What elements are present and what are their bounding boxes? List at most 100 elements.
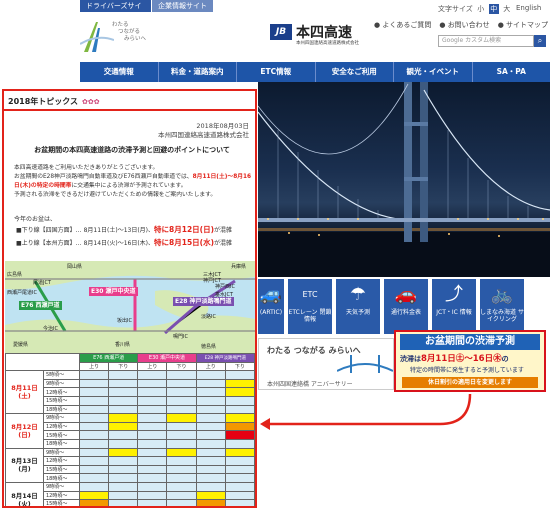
table-corner (5, 352, 80, 372)
table-row: 15時頃～ (6, 499, 255, 506)
up-line-tail: が混雑 (214, 240, 233, 247)
table-row: 15時頃～ (6, 430, 255, 440)
faq-link[interactable]: ● よくあるご質問 (374, 20, 431, 30)
topics-heading-text: 2018年トピックス (8, 97, 79, 106)
nav-sa-pa[interactable]: SA・PA (473, 62, 550, 82)
day-weekday: (火) (18, 499, 31, 508)
quick-link-toll-table[interactable]: 🚗 通行料金表 (384, 279, 428, 334)
jam-banner-prefix: 渋滞は (400, 355, 421, 363)
table-row: 8月13日 (月) 9時頃～ (5, 447, 255, 483)
anniversary-banner-subtitle: 本州四国連絡橋 アニバーサリー (267, 381, 353, 388)
quick-link-label: ETCレーン 閉鎖情報 (288, 309, 332, 323)
brand-logo[interactable]: JB 本四高速 (270, 22, 352, 42)
quick-link-label: しまなみ海道 サイクリング (480, 309, 524, 323)
contact-link[interactable]: ● お問い合わせ (439, 20, 489, 30)
route-header-e30: E30 瀬戸中央道 (137, 353, 197, 363)
day-label: 8月14日 (11, 491, 38, 500)
time-cell: 5時頃～ (43, 370, 80, 380)
text-size-large[interactable]: 大 (502, 4, 512, 14)
direction-header: 上り (195, 361, 226, 372)
table-row: 9時頃～ (6, 378, 255, 389)
time-cell: 15時頃～ (43, 430, 80, 440)
map-label: 坂出IC (117, 318, 132, 324)
table-row: 15時頃～ (6, 464, 255, 475)
traffic-jam-banner[interactable]: お盆期間の渋滞予測 渋滞は8月11日㊏～16日㊍の 特定の時間帯に発生すると予測… (394, 330, 546, 392)
main-nav: 交通情報 料金・道路案内 ETC情報 安全なご利用 観光・イベント SA・PA (80, 62, 550, 82)
car-icon: 🚙 (259, 284, 283, 305)
direction-header: 下り (108, 361, 139, 372)
day-weekday: (日) (18, 430, 31, 439)
table-row: 12時頃～ (6, 387, 255, 397)
table-row: 15時頃～ (6, 395, 255, 406)
faq-link-label: よくあるご質問 (382, 21, 432, 29)
article-body-text-tail: に交通集中による渋滞が予測されています。 (71, 183, 187, 189)
route-header-e76: E76 西瀬戸道 (78, 353, 139, 363)
header-links: ● よくあるご質問 ● お問い合わせ ● サイトマップ (374, 20, 548, 30)
time-cell: 9時頃～ (43, 378, 80, 389)
day-cell: 8月11日 (土) (5, 370, 44, 415)
road-tag-e30: E30 瀬戸中央道 (89, 287, 138, 296)
english-link[interactable]: English (516, 4, 541, 12)
text-size-medium[interactable]: 中 (488, 4, 499, 14)
nav-tourism[interactable]: 観光・イベント (394, 62, 473, 82)
quick-link-artic[interactable]: 🚙 (ARTIC) (258, 279, 284, 334)
topics-heading: 2018年トピックス ✿✿✿ (4, 91, 255, 111)
tab-corporate-site[interactable]: 企業情報サイト (152, 0, 214, 12)
quick-link-cycling[interactable]: 🚲 しまなみ海道 サイクリング (480, 279, 524, 334)
nav-traffic[interactable]: 交通情報 (80, 62, 159, 82)
map-label: 香川県 (115, 342, 131, 348)
map-label: 鳴門IC (173, 334, 188, 340)
jam-forecast-table: E76 西瀬戸道 E30 瀬戸中央道 E28 神戸淡路鳴門道 上り 下り 上り … (5, 352, 255, 508)
brand-name: 本四高速 (296, 25, 352, 41)
article-body-line2: お盆期間のE28神戸淡路鳴門自動車道及びE76西瀬戸自動車道では、8月11日(土… (14, 173, 254, 191)
quick-link-weather[interactable]: ☂ 天気予測 (336, 279, 380, 334)
bridge-illustration (258, 82, 550, 277)
jb-logo-icon: JB (270, 24, 292, 40)
table-row: 12時頃～ (6, 490, 255, 501)
page-root: { "top_tabs": ["ドライバーズサイト", "企業情報サイト"], … (0, 0, 550, 511)
logo-text-3: みらいへ (124, 36, 147, 42)
table-row: 18時頃～ (6, 438, 255, 449)
article-body-text: お盆期間のE28神戸淡路鳴門自動車道及びE76西瀬戸自動車道では、 (14, 174, 193, 180)
nav-etc[interactable]: ETC情報 (237, 62, 316, 82)
table-row: 12時頃～ (6, 456, 255, 466)
map-label: 神戸JCT (203, 278, 222, 284)
contact-link-label: お問い合わせ (447, 21, 490, 29)
nav-toll-road[interactable]: 料金・道路案内 (159, 62, 237, 82)
time-cell: 12時頃～ (43, 387, 80, 397)
direction-header: 上り (78, 361, 110, 372)
tab-drivers-site[interactable]: ドライバーズサイト (80, 0, 152, 22)
anniversary-mark-icon (79, 22, 115, 52)
search-icon[interactable]: ⌕ (534, 35, 546, 47)
bicycle-icon: 🚲 (490, 284, 514, 305)
table-row: 12時頃～ (6, 421, 255, 432)
nav-safety[interactable]: 安全なご利用 (316, 62, 394, 82)
umbrella-icon: ☂ (349, 284, 367, 305)
search-input[interactable]: Google カスタム検索 (438, 35, 534, 47)
map-label: 岡山県 (67, 264, 83, 270)
day-label: 8月12日 (11, 422, 38, 431)
day-cell: 8月14日 (火) (5, 481, 44, 508)
text-size-control: 文字サイズ 小 中 大 (438, 4, 512, 14)
day-cell: 8月13日 (月) (5, 447, 44, 483)
car-front-icon: 🚗 (394, 284, 418, 305)
quick-links: 🚙 (ARTIC) ETC ETCレーン 閉鎖情報 ☂ 天気予測 🚗 通行料金表… (258, 279, 550, 334)
quick-link-label: 天気予測 (345, 309, 370, 316)
anniversary-logo[interactable]: わたる つながる みらいへ (79, 18, 180, 58)
jam-banner-line2: 特定の時間帯に発生すると予測しています (410, 367, 524, 374)
text-size-small[interactable]: 小 (476, 4, 486, 14)
jam-banner-dates: 8月11日㊏～16日㊍ (421, 354, 502, 364)
anniversary-banner[interactable]: わたる つながる みらいへ 本州四国連絡橋 アニバーサリー (258, 338, 394, 390)
table-row: 18時頃～ (6, 404, 255, 415)
sitemap-link[interactable]: ● サイトマップ (498, 20, 548, 30)
junction-icon: ⤴ (445, 284, 463, 305)
map-label: 広島県 (7, 272, 23, 278)
map-label: 愛媛県 (13, 342, 29, 348)
quick-link-label: (ARTIC) (259, 309, 283, 316)
hero-bridge-image (258, 82, 550, 277)
article-title: お盆期間の本四高速道路の渋滞予測と回避のポイントについて (34, 146, 230, 154)
quick-link-jct-ic[interactable]: ⤴ JCT・IC 情報 (432, 279, 476, 334)
up-line-text: ■上り線【本州方面】… 8月14日(火)～16日(木)、 (16, 240, 155, 247)
quick-link-etc-lane[interactable]: ETC ETCレーン 閉鎖情報 (288, 279, 332, 334)
jam-banner-discount-note: 休日割引の適用日を変更します (402, 377, 538, 388)
